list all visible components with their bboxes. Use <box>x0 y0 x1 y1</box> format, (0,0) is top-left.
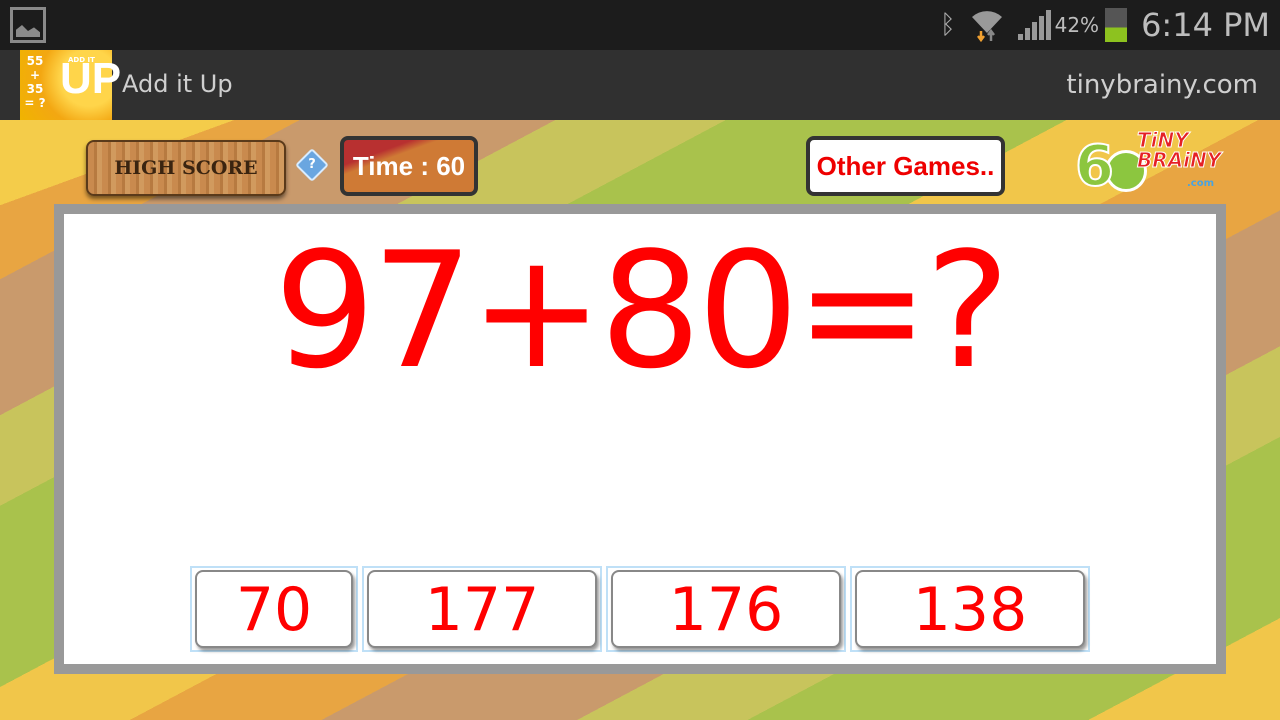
bluetooth-icon: ᛒ <box>940 10 956 40</box>
answer-button[interactable]: 176 <box>611 570 841 648</box>
answer-cell: 176 <box>606 566 846 652</box>
clock: 6:14 PM <box>1141 6 1270 44</box>
wifi-icon <box>971 11 1002 43</box>
answer-button[interactable]: 70 <box>195 570 353 648</box>
answer-button[interactable]: 177 <box>367 570 597 648</box>
question-panel: 97+80=? 70 177 176 138 <box>54 204 1226 674</box>
tinybrainy-logo[interactable]: 6 TiNY BRAiNY .com <box>1074 130 1222 201</box>
battery-percent: 42% <box>1054 13 1100 37</box>
answer-button[interactable]: 138 <box>855 570 1085 648</box>
answer-cell: 138 <box>850 566 1090 652</box>
help-icon[interactable]: ? <box>295 148 329 182</box>
battery-icon <box>1105 8 1128 42</box>
gallery-notification-icon <box>10 7 46 43</box>
signal-icon <box>1017 10 1051 40</box>
status-bar: ᛒ 42% 6:14 PM <box>0 0 1280 50</box>
answer-cell: 70 <box>190 566 358 652</box>
app-icon[interactable]: 55 +35 = ? ADD IT UP <box>20 50 121 120</box>
timer-badge: Time : 60 <box>340 136 478 196</box>
site-label: tinybrainy.com <box>1066 70 1258 100</box>
high-score-button[interactable]: HIGH SCORE <box>86 140 286 196</box>
equation: 97+80=? <box>273 217 1010 404</box>
other-games-button[interactable]: Other Games.. <box>806 136 1005 196</box>
answer-cell: 177 <box>362 566 602 652</box>
app-title: Add it Up <box>122 70 233 98</box>
action-bar: 55 +35 = ? ADD IT UP Add it Up tinybrainy.… <box>0 50 1280 120</box>
game-area: HIGH SCORE ? Time : 60 Other Games.. 6 T… <box>0 120 1280 720</box>
